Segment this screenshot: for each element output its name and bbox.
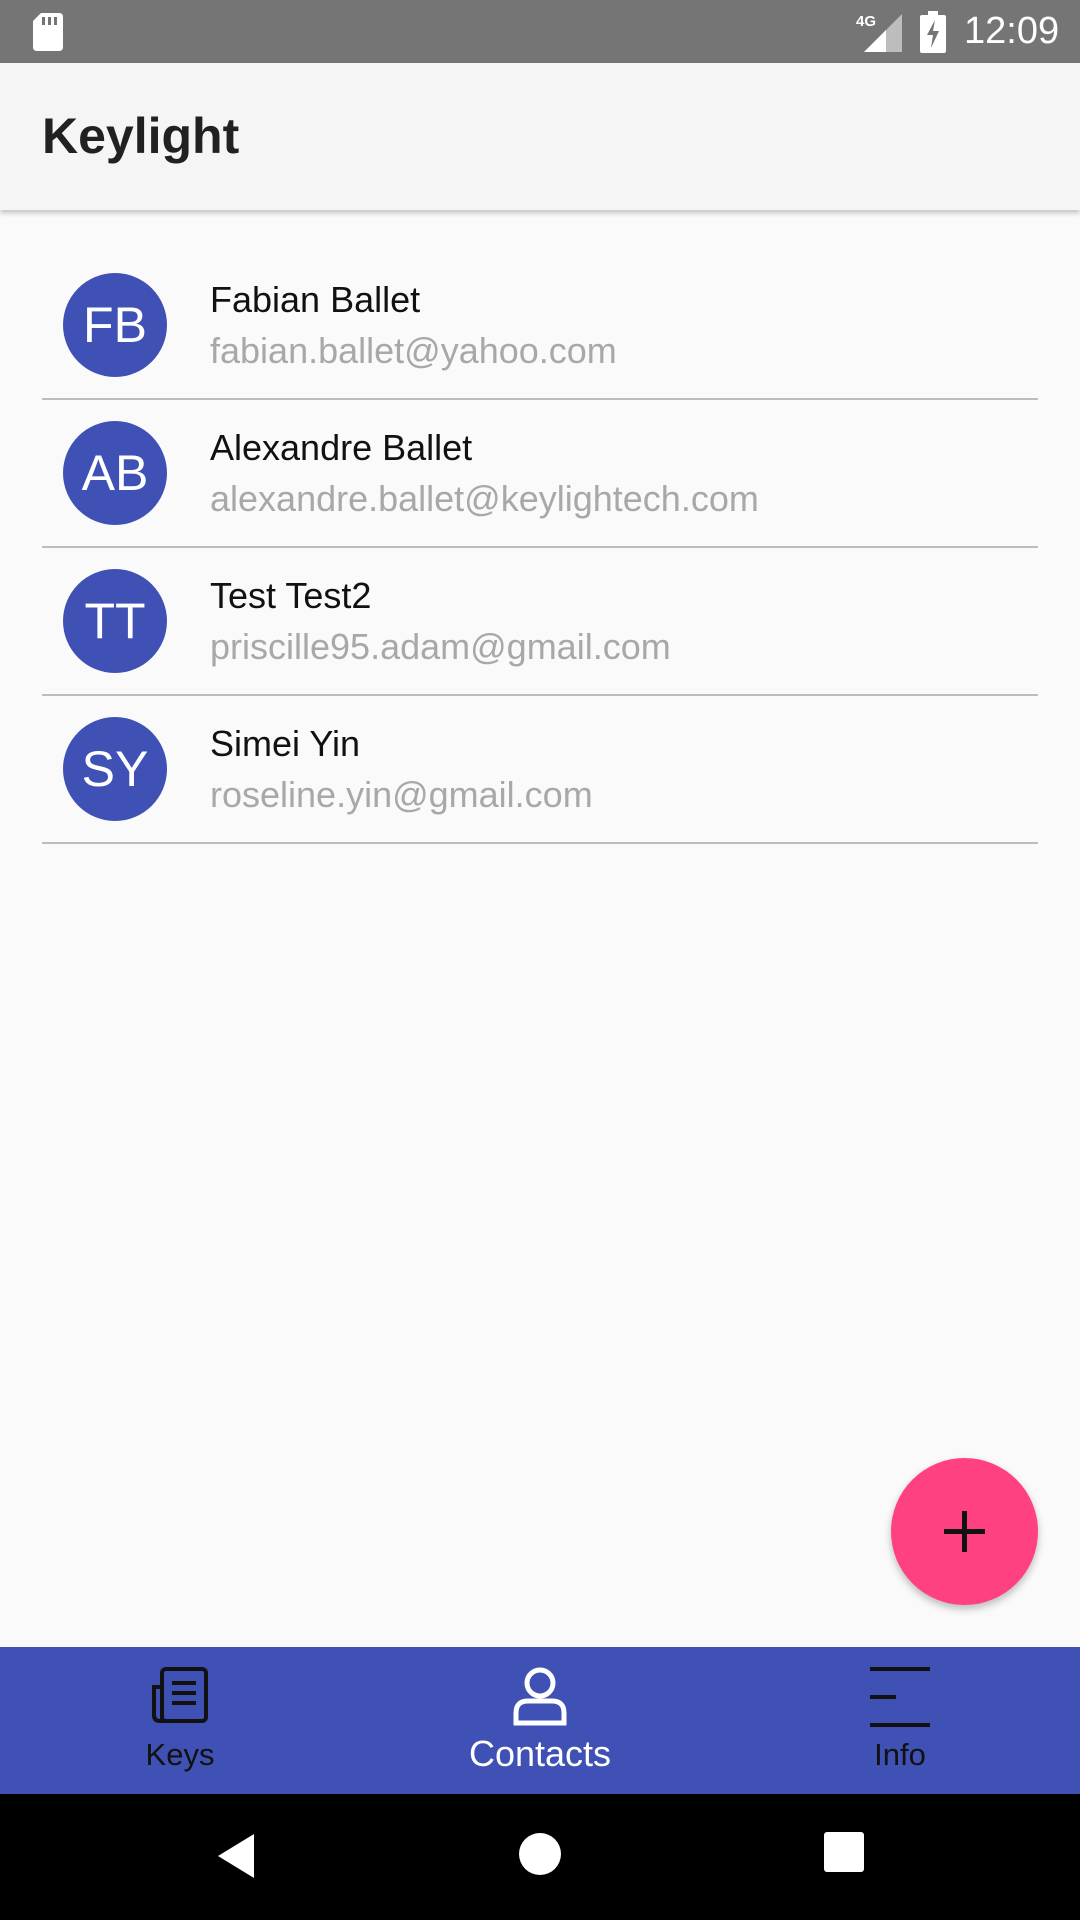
keys-icon [152,1667,208,1723]
tab-info[interactable]: Info [720,1647,1080,1794]
contact-email: roseline.yin@gmail.com [210,774,593,815]
bottom-navigation: Keys Contacts Info [0,1647,1080,1794]
contact-name: Test Test2 [210,575,372,616]
add-contact-button[interactable] [891,1458,1038,1605]
clock: 12:09 [964,10,1060,52]
sd-card-icon [33,13,63,51]
contact-email: alexandre.ballet@keylightech.com [210,478,759,519]
contact-row[interactable]: AB Alexandre Ballet alexandre.ballet@key… [42,400,1038,548]
back-icon[interactable] [214,1832,258,1880]
avatar: TT [63,569,167,673]
contact-row[interactable]: SY Simei Yin roseline.yin@gmail.com [42,696,1038,844]
menu-lines-icon [870,1667,930,1727]
contact-email: priscille95.adam@gmail.com [210,626,671,667]
home-icon[interactable] [518,1832,562,1876]
system-navigation-bar [0,1794,1080,1920]
tab-keys[interactable]: Keys [0,1647,360,1794]
contact-list: FB Fabian Ballet fabian.ballet@yahoo.com… [0,252,1080,844]
contact-name: Fabian Ballet [210,279,421,320]
person-icon [513,1667,567,1726]
contact-row[interactable]: FB Fabian Ballet fabian.ballet@yahoo.com [42,252,1038,400]
contact-row[interactable]: TT Test Test2 priscille95.adam@gmail.com [42,548,1038,696]
cellular-signal-icon: 4G [856,13,902,52]
avatar: SY [63,717,167,821]
tab-label-keys: Keys [145,1737,215,1772]
contact-email: fabian.ballet@yahoo.com [210,330,617,371]
contact-name: Simei Yin [210,723,361,764]
status-bar: 4G 12:09 [0,0,1080,63]
plus-icon [944,1511,985,1552]
contact-name: Alexandre Ballet [210,427,473,468]
tab-contacts[interactable]: Contacts [360,1647,720,1794]
network-type-label: 4G [856,13,876,30]
avatar: AB [63,421,167,525]
app-bar: Keylight [0,63,1080,210]
avatar: FB [63,273,167,377]
battery-charging-icon [920,11,946,53]
tab-label-contacts: Contacts [468,1733,612,1774]
tab-label-info: Info [874,1737,926,1772]
recents-icon[interactable] [824,1832,864,1872]
app-title: Keylight [42,108,240,164]
